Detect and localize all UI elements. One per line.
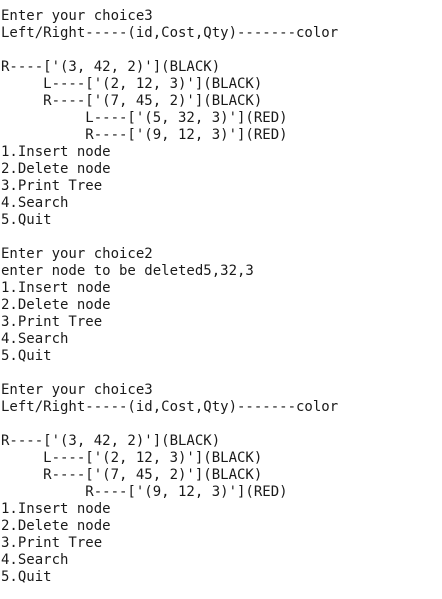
terminal-output[interactable]: Enter your choice3 Left/Right-----(id,Co… [0,0,442,599]
menu-item-line: 4.Search [1,331,69,347]
menu-item-line: 4.Search [1,552,69,568]
tree-node-line: R----['(7, 45, 2)'](BLACK) [1,467,263,483]
menu-item-line: 3.Print Tree [1,314,103,330]
menu-item-line: 5.Quit [1,348,52,364]
menu-item-line: 2.Delete node [1,297,111,313]
menu-item-line: 1.Insert node [1,144,111,160]
tree-header-line: Left/Right-----(id,Cost,Qty)-------color [1,399,339,415]
menu-item-line: 5.Quit [1,569,52,585]
tree-header-line: Left/Right-----(id,Cost,Qty)-------color [1,25,339,41]
prompt-line: Enter your choice2 [1,246,153,262]
tree-node-line: L----['(2, 12, 3)'](BLACK) [1,450,263,466]
tree-node-line: R----['(7, 45, 2)'](BLACK) [1,93,263,109]
menu-item-line: 1.Insert node [1,280,111,296]
menu-item-line: 1.Insert node [1,501,111,517]
menu-item-line: 5.Quit [1,212,52,228]
prompt-line: Enter your choice3 [1,382,153,398]
tree-node-line: R----['(9, 12, 3)'](RED) [1,127,288,143]
menu-item-line: 3.Print Tree [1,535,103,551]
menu-item-line: 3.Print Tree [1,178,103,194]
input-echo-line: enter node to be deleted5,32,3 [1,263,254,279]
tree-node-line: R----['(9, 12, 3)'](RED) [1,484,288,500]
tree-node-line: L----['(2, 12, 3)'](BLACK) [1,76,263,92]
menu-item-line: 2.Delete node [1,518,111,534]
prompt-line: Enter your choice3 [1,8,153,24]
tree-node-line: L----['(5, 32, 3)'](RED) [1,110,288,126]
tree-node-line: R----['(3, 42, 2)'](BLACK) [1,59,221,75]
menu-item-line: 4.Search [1,195,69,211]
menu-item-line: 2.Delete node [1,161,111,177]
tree-node-line: R----['(3, 42, 2)'](BLACK) [1,433,221,449]
